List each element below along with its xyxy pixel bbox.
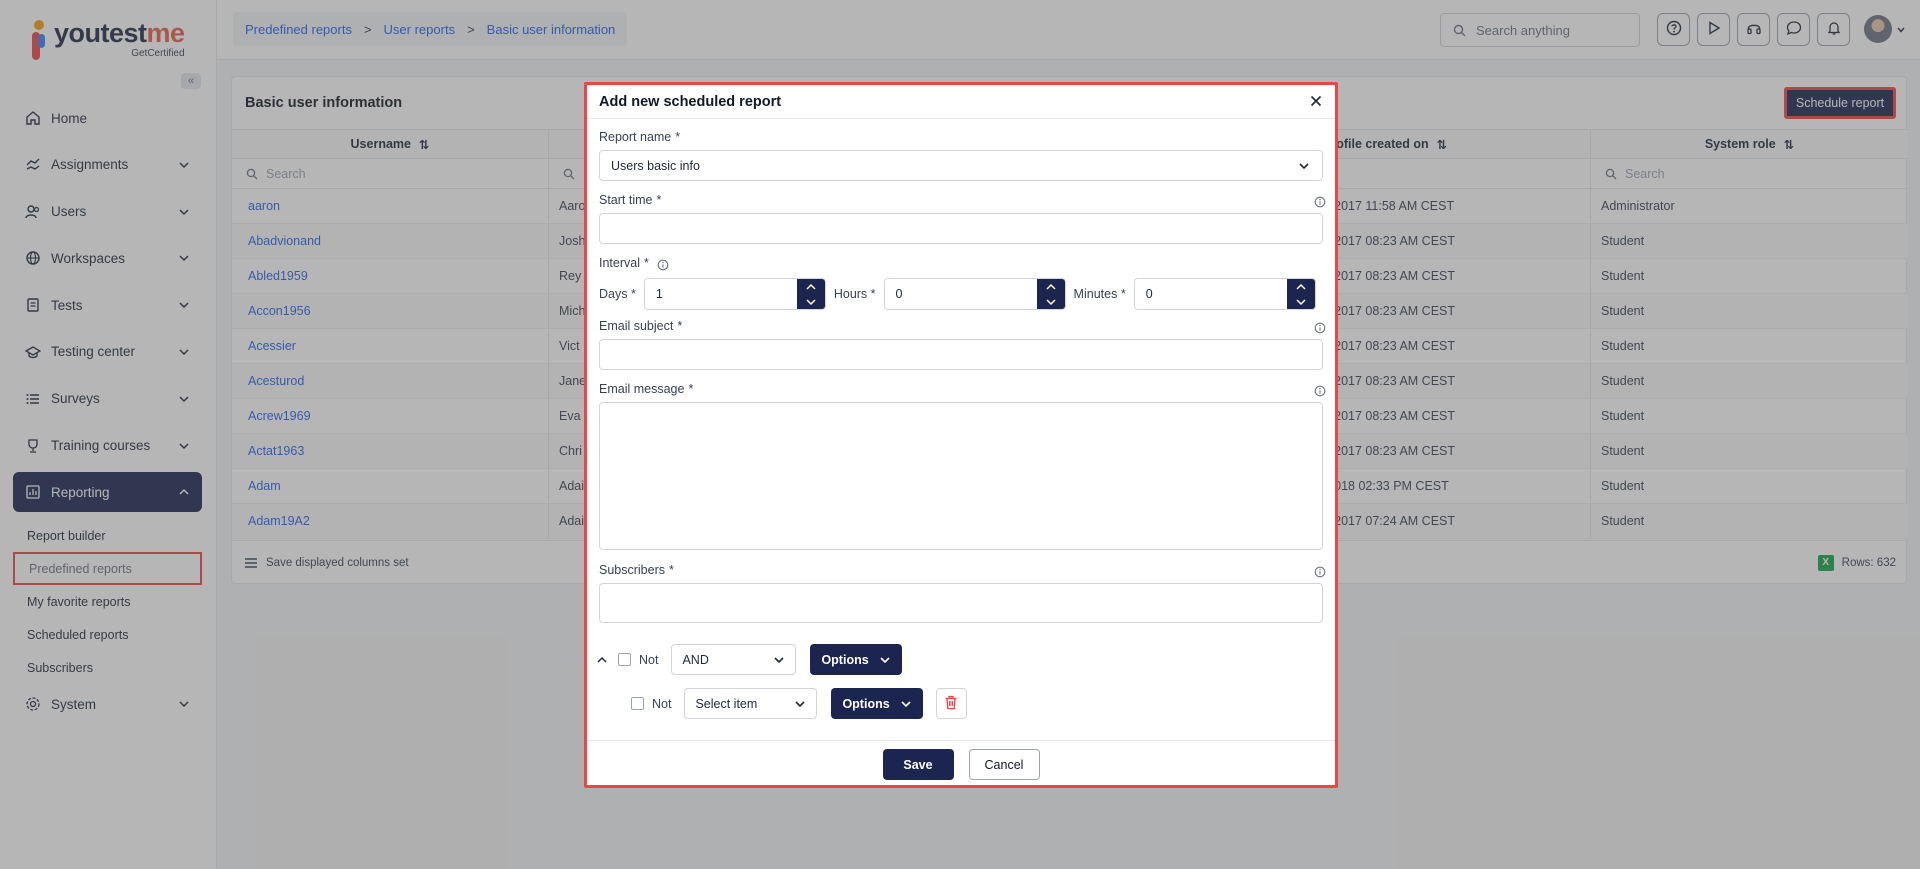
chevron-up-icon[interactable]	[805, 280, 817, 294]
start-time-input[interactable]	[599, 213, 1323, 244]
item-options-button[interactable]: Options	[831, 688, 923, 719]
interval-row: Days * 1 Hours * 0 Minutes * 0	[599, 278, 1316, 310]
chevron-down-icon	[794, 698, 806, 713]
dialog-title: Add new scheduled report	[599, 94, 782, 110]
minutes-label: Minutes *	[1073, 287, 1126, 301]
subscribers-label: Subscribers *	[599, 563, 674, 577]
item-not-checkbox[interactable]	[631, 697, 644, 710]
hours-stepper[interactable]: 0	[883, 278, 1066, 310]
dialog-footer: Save Cancel	[587, 740, 1335, 788]
email-message-label: Email message *	[599, 382, 694, 396]
subscribers-input[interactable]	[599, 583, 1323, 623]
days-stepper[interactable]: 1	[643, 278, 826, 310]
chevron-down-icon[interactable]	[1295, 295, 1307, 309]
delete-condition-button[interactable]	[935, 688, 967, 719]
hours-label: Hours *	[833, 287, 876, 301]
group-not-checkbox[interactable]	[618, 653, 631, 666]
collapse-group-button[interactable]	[596, 654, 608, 666]
item-not-label: Not	[652, 696, 672, 711]
info-icon[interactable]	[1314, 385, 1326, 397]
report-name-label: Report name *	[599, 130, 681, 144]
chevron-down-icon[interactable]	[805, 295, 817, 309]
group-not-label: Not	[639, 652, 659, 667]
trash-icon	[944, 695, 958, 713]
chevron-down-icon	[1298, 160, 1310, 175]
cancel-button[interactable]: Cancel	[968, 749, 1040, 780]
chevron-down-icon	[879, 654, 891, 666]
logical-operator-select[interactable]: AND	[671, 644, 797, 675]
info-icon[interactable]	[1314, 566, 1326, 578]
chevron-down-icon	[773, 654, 785, 669]
save-button[interactable]: Save	[882, 749, 954, 780]
info-icon[interactable]	[1314, 196, 1326, 208]
days-label: Days *	[599, 287, 636, 301]
condition-group-row: Not AND Options	[596, 644, 902, 675]
close-button[interactable]	[1307, 93, 1325, 111]
info-icon[interactable]	[657, 259, 669, 271]
email-subject-input[interactable]	[599, 339, 1323, 370]
info-icon[interactable]	[1314, 322, 1326, 334]
group-options-button[interactable]: Options	[810, 644, 902, 675]
add-scheduled-report-dialog: Add new scheduled report Report name * Us…	[584, 82, 1338, 788]
chevron-down-icon	[900, 698, 912, 710]
report-name-select[interactable]: Users basic info	[599, 150, 1323, 181]
close-icon	[1310, 95, 1322, 110]
minutes-stepper[interactable]: 0	[1133, 278, 1316, 310]
start-time-label: Start time *	[599, 193, 662, 207]
interval-label: Interval *	[599, 256, 649, 270]
email-message-textarea[interactable]	[599, 402, 1323, 550]
condition-item-select[interactable]: Select item	[684, 688, 818, 719]
dialog-header: Add new scheduled report	[587, 85, 1335, 119]
condition-item-row: Not Select item Options	[631, 688, 967, 719]
chevron-up-icon[interactable]	[1295, 280, 1307, 294]
chevron-up-icon[interactable]	[1045, 280, 1057, 294]
email-subject-label: Email subject *	[599, 319, 683, 333]
chevron-down-icon[interactable]	[1045, 295, 1057, 309]
